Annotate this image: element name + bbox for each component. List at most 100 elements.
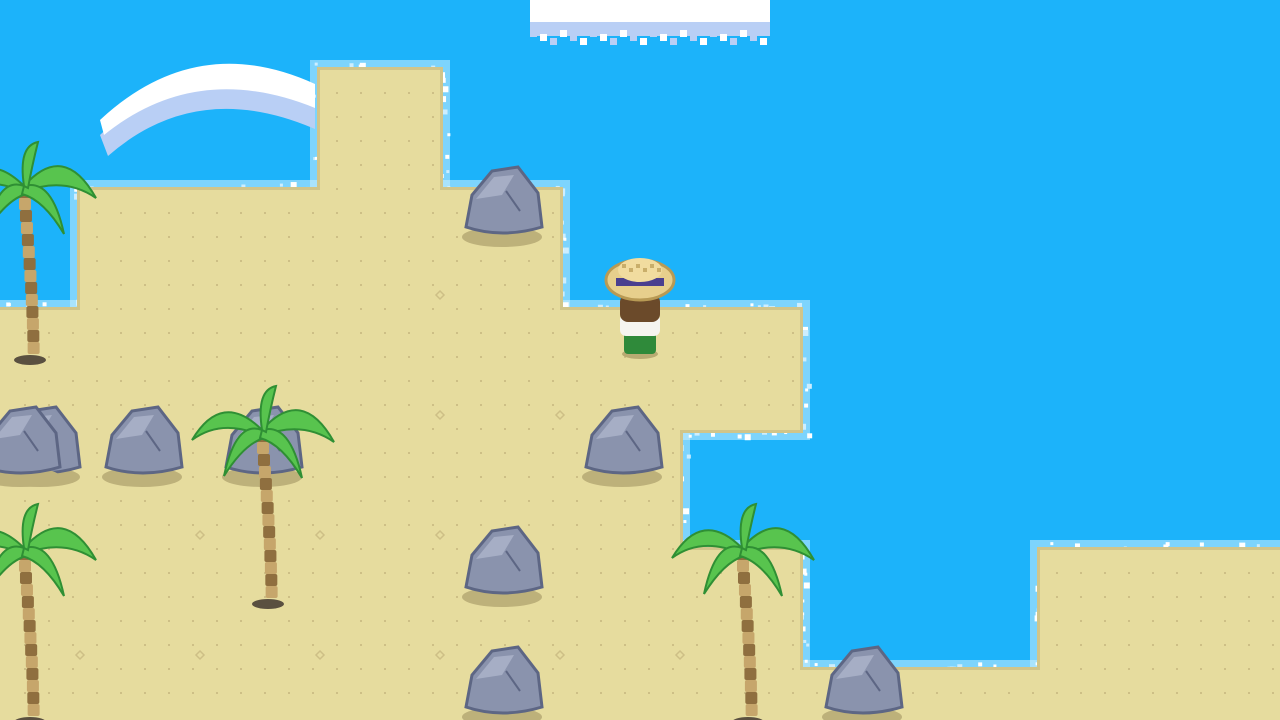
sand-dot (504, 404, 506, 406)
foam-sparkle (6, 302, 11, 307)
sand-dot (480, 524, 482, 526)
sand-dot (240, 572, 242, 574)
sand-dot (696, 620, 698, 622)
cloud-pixel (750, 34, 757, 41)
sand-dot (1104, 596, 1106, 598)
sand-dot (456, 284, 458, 286)
palm-trunk-segment (743, 644, 756, 656)
palm-trunk-segment (25, 282, 38, 294)
sand-dot (1128, 644, 1130, 646)
sand-dot (336, 284, 338, 286)
palm-trunk-segment (26, 668, 39, 680)
sand-dot (1224, 572, 1226, 574)
palm-trunk-segment (27, 330, 40, 342)
foam-sparkle (804, 403, 809, 408)
sand-dot (432, 92, 434, 94)
sand-dot (264, 284, 266, 286)
sand-dot (72, 668, 74, 670)
foam-sparkle (710, 432, 715, 437)
sand-dot (648, 620, 650, 622)
sand-dot (600, 644, 602, 646)
sand-dot (552, 524, 554, 526)
sand-dot (336, 116, 338, 118)
sand-tile (0, 310, 800, 430)
foam-sparkle (804, 572, 808, 576)
sand-dot (576, 644, 578, 646)
sand-dot (480, 500, 482, 502)
sand-dot (216, 332, 218, 334)
sand-dot (120, 668, 122, 670)
sand-dot (216, 500, 218, 502)
sand-dot (336, 404, 338, 406)
sand-dot (432, 428, 434, 430)
sand-dot (216, 644, 218, 646)
sand-dot (288, 572, 290, 574)
palm-trunk-segment (23, 258, 36, 270)
cloud-pixel (700, 38, 707, 45)
sand-dot (432, 644, 434, 646)
sand-dot (384, 668, 386, 670)
sand-dot (432, 332, 434, 334)
beach-map[interactable] (0, 0, 1280, 720)
sand-dot (552, 236, 554, 238)
palm-trunk-segment (744, 668, 757, 680)
sand-dot (696, 692, 698, 694)
sand-dot (792, 332, 794, 334)
palm-trunk-segment (22, 246, 35, 258)
sand-dot (456, 692, 458, 694)
sand-dot (168, 500, 170, 502)
sand-dot (288, 692, 290, 694)
sand-dot (696, 644, 698, 646)
sand-dot (624, 500, 626, 502)
sand-tile (1040, 550, 1280, 720)
sand-dot (624, 548, 626, 550)
sand-dot (288, 548, 290, 550)
sand-dot (192, 308, 194, 310)
sand-dot (240, 212, 242, 214)
foam-sparkle (447, 133, 451, 137)
sand-dot (96, 668, 98, 670)
sand-dot (336, 236, 338, 238)
sand-dot (240, 692, 242, 694)
sand-dot (264, 236, 266, 238)
sand-dot (576, 620, 578, 622)
sand-dot (336, 500, 338, 502)
sand-dot (1128, 620, 1130, 622)
sand-dot (48, 380, 50, 382)
sand-dot (120, 404, 122, 406)
sand-dot (96, 548, 98, 550)
sand-dot (336, 692, 338, 694)
sand-dot (672, 332, 674, 334)
sand-dot (408, 476, 410, 478)
sand-dot (168, 284, 170, 286)
sand-dot (168, 548, 170, 550)
sand-dot (360, 116, 362, 118)
sand-dot (768, 596, 770, 598)
sand-dot (408, 332, 410, 334)
sand-dot (384, 380, 386, 382)
sand-dot (624, 620, 626, 622)
palm-trunk-segment (737, 572, 750, 584)
foam-sparkle (802, 329, 809, 336)
sand-dot (648, 548, 650, 550)
sand-dot (264, 644, 266, 646)
sand-dot (432, 116, 434, 118)
sand-dot (216, 260, 218, 262)
sand-dot (120, 380, 122, 382)
sand-tile (0, 420, 680, 720)
sand-dot (576, 548, 578, 550)
sand-dot (192, 380, 194, 382)
sand-dot (720, 692, 722, 694)
sand-dot (552, 620, 554, 622)
game-viewport[interactable] (0, 0, 1280, 720)
foam-sparkle (806, 643, 810, 647)
sand-dot (456, 596, 458, 598)
sand-dot (168, 596, 170, 598)
palm-trunk-segment (264, 550, 277, 562)
sand-dot (504, 284, 506, 286)
sand-dot (96, 308, 98, 310)
sand-dot (336, 476, 338, 478)
sand-dot (48, 620, 50, 622)
sand-dot (360, 92, 362, 94)
foam-sparkle (803, 582, 810, 589)
